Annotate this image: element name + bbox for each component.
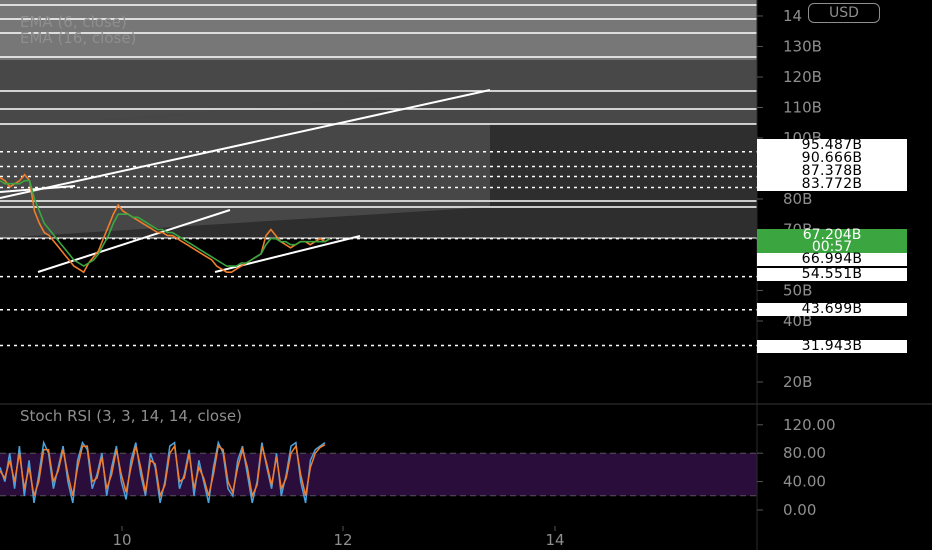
price-level-tag: 66.994B [757, 252, 907, 266]
y-tick-label: 130B [783, 37, 822, 55]
price-level-tag: 31.943B [757, 339, 907, 353]
legend-ema-6[interactable]: EMA (6, close) [20, 14, 136, 30]
x-tick-label: 14 [545, 531, 564, 549]
x-tick-label: 12 [333, 531, 352, 549]
y-tick-label: 80B [783, 190, 812, 208]
legend-ema-16[interactable]: EMA (16, close) [20, 30, 136, 46]
y-tick-label: 14 [783, 7, 802, 25]
y-tick-label: 0.00 [783, 501, 816, 519]
x-tick-label: 10 [112, 531, 131, 549]
y-tick-label: 80.00 [783, 444, 826, 462]
main-legend: EMA (6, close) EMA (16, close) [20, 14, 136, 46]
chart-window: 14130B120B110B100B80B70B50B40B20B120.008… [0, 0, 932, 550]
y-tick-label: 20B [783, 373, 812, 391]
y-tick-label: 120.00 [783, 416, 836, 434]
y-tick-label: 50B [783, 281, 812, 299]
y-tick-label: 40.00 [783, 473, 826, 491]
y-tick-label: 120B [783, 68, 822, 86]
stoch-rsi-legend[interactable]: Stoch RSI (3, 3, 14, 14, close) [20, 407, 242, 425]
price-level-tag: 43.699B [757, 302, 907, 316]
price-level-tag: 83.772B [757, 177, 907, 191]
y-tick-label: 110B [783, 98, 822, 116]
price-level-tag: 54.551B [757, 267, 907, 281]
currency-button[interactable]: USD [808, 3, 880, 23]
